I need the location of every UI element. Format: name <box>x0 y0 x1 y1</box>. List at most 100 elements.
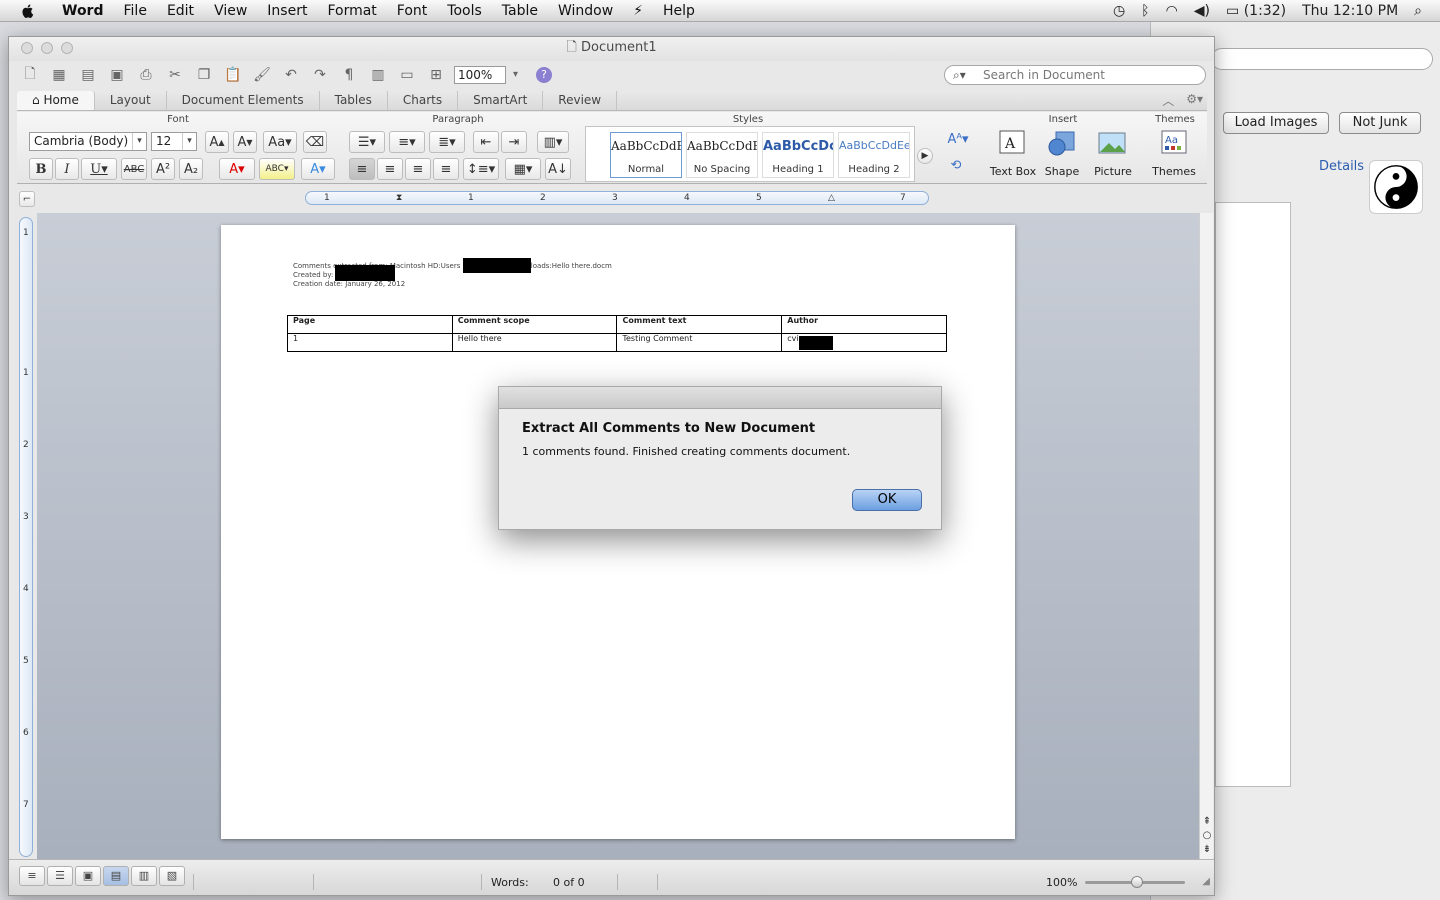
shrink-font-button[interactable]: A ▼ <box>233 131 257 153</box>
open-icon[interactable]: ▤ <box>77 65 99 85</box>
publishing-view-button[interactable]: ▣ <box>75 866 101 886</box>
background-search-field[interactable] <box>1211 48 1433 70</box>
numbering-button[interactable]: ≡▾ <box>389 131 425 153</box>
tab-document-elements[interactable]: Document Elements <box>167 91 320 110</box>
document-page[interactable]: Comments extracted from: Macintosh HD:Us… <box>221 225 1015 839</box>
sort-button[interactable]: A↓ <box>545 158 571 180</box>
paste-icon[interactable]: 📋 <box>222 65 244 85</box>
tab-smartart[interactable]: SmartArt <box>458 91 544 110</box>
clock[interactable]: Thu 12:10 PM <box>1302 3 1398 19</box>
new-document-icon[interactable]: 🗋 <box>19 65 41 85</box>
horizontal-ruler[interactable]: 1 ⧗ 1 2 3 4 5 △ 7 <box>305 191 929 205</box>
search-input[interactable]: ⌕▾ Search in Document <box>944 65 1206 85</box>
subscript-button[interactable]: A₂ <box>179 158 203 180</box>
details-link[interactable]: Details <box>1319 159 1364 174</box>
spotlight-icon[interactable]: ⌕ <box>1414 3 1422 19</box>
apple-icon[interactable] <box>18 3 38 19</box>
bluetooth-icon[interactable]: ᛒ <box>1141 3 1149 19</box>
templates-icon[interactable]: ▦ <box>48 65 70 85</box>
focus-view-button[interactable]: ▧ <box>159 866 185 886</box>
ribbon-settings-icon[interactable]: ⚙▾ <box>1186 92 1203 109</box>
align-center-button[interactable]: ≡ <box>377 158 403 180</box>
browse-object-icon[interactable]: ○ <box>1200 829 1214 843</box>
tab-layout[interactable]: Layout <box>95 91 167 110</box>
multilevel-list-button[interactable]: ≣▾ <box>429 131 465 153</box>
justify-button[interactable]: ≡ <box>433 158 459 180</box>
font-size-select[interactable]: 12 ▾ <box>151 132 197 151</box>
outline-view-button[interactable]: ☰ <box>47 866 73 886</box>
bold-button[interactable]: B <box>29 158 53 180</box>
battery-icon[interactable]: ▭ (1:32) <box>1226 3 1286 19</box>
document-canvas[interactable]: Comments extracted from: Macintosh HD:Us… <box>37 213 1199 859</box>
gallery-icon[interactable]: ▭ <box>396 65 418 85</box>
menu-tools[interactable]: Tools <box>437 0 492 22</box>
style-heading-2[interactable]: AaBbCcDdEe Heading 2 <box>838 132 910 178</box>
change-case-button[interactable]: Aa▾ <box>263 131 297 153</box>
menu-insert[interactable]: Insert <box>257 0 317 22</box>
script-menu-icon[interactable]: ⚡ <box>623 0 653 22</box>
menu-format[interactable]: Format <box>317 0 386 22</box>
bullets-button[interactable]: ☰▾ <box>349 131 385 153</box>
zoom-slider-thumb[interactable] <box>1131 876 1143 888</box>
time-machine-icon[interactable]: ◷ <box>1113 3 1125 19</box>
redo-icon[interactable]: ↷ <box>309 65 331 85</box>
menu-table[interactable]: Table <box>492 0 548 22</box>
grow-font-button[interactable]: A ▲ <box>205 131 229 153</box>
manage-styles-icon[interactable]: Aᴬ▾ <box>943 128 973 150</box>
tab-home[interactable]: ⌂ Home <box>17 91 95 110</box>
previous-page-icon[interactable]: ⇞ <box>1200 815 1214 829</box>
menu-help[interactable]: Help <box>653 0 705 22</box>
menu-edit[interactable]: Edit <box>157 0 204 22</box>
font-name-select[interactable]: Cambria (Body) ▾ <box>29 132 147 151</box>
print-icon[interactable]: ⎙ <box>135 65 157 85</box>
notebook-view-button[interactable]: ▥ <box>131 866 157 886</box>
print-layout-view-button[interactable]: ▤ <box>103 866 129 886</box>
menu-view[interactable]: View <box>204 0 257 22</box>
sidebar-icon[interactable]: ▥ <box>367 65 389 85</box>
word-count-value[interactable]: 0 of 0 <box>553 876 585 889</box>
menu-font[interactable]: Font <box>387 0 437 22</box>
increase-indent-button[interactable]: ⇥ <box>501 131 527 153</box>
style-heading-1[interactable]: AaBbCcDc Heading 1 <box>762 132 834 178</box>
cut-icon[interactable]: ✂ <box>164 65 186 85</box>
menu-window[interactable]: Window <box>548 0 623 22</box>
toolbox-icon[interactable]: ⊞ <box>425 65 447 85</box>
wifi-icon[interactable]: ◠ <box>1166 3 1178 19</box>
show-formatting-icon[interactable]: ¶ <box>338 65 360 85</box>
resize-grip-icon[interactable]: ◢ <box>1202 876 1210 887</box>
collapse-ribbon-icon[interactable]: ︿ <box>1162 92 1174 109</box>
vertical-ruler[interactable]: 1 1 2 3 4 5 6 7 <box>19 217 33 857</box>
decrease-indent-button[interactable]: ⇤ <box>473 131 499 153</box>
undo-icon[interactable]: ↶ <box>280 65 302 85</box>
styles-pane-icon[interactable]: ⟲ <box>943 154 969 176</box>
ruler-right-indent-marker[interactable]: △ <box>828 192 835 204</box>
volume-icon[interactable]: ◀) <box>1194 3 1210 19</box>
clear-formatting-button[interactable]: ⌫ <box>303 131 327 153</box>
save-icon[interactable]: ▣ <box>106 65 128 85</box>
borders-button[interactable]: ▦▾ <box>505 158 541 180</box>
ruler-indent-marker[interactable]: ⧗ <box>396 192 402 204</box>
zoom-select[interactable]: 100% <box>454 66 518 84</box>
superscript-button[interactable]: A² <box>151 158 175 180</box>
menu-file[interactable]: File <box>114 0 157 22</box>
font-color-button[interactable]: A▾ <box>219 158 255 180</box>
not-junk-button[interactable]: Not Junk <box>1339 112 1421 134</box>
help-icon[interactable]: ? <box>536 67 552 83</box>
load-images-button[interactable]: Load Images <box>1223 112 1329 134</box>
zoom-slider[interactable] <box>1085 876 1185 888</box>
picture-button[interactable]: Picture <box>1089 128 1137 178</box>
close-button[interactable] <box>21 42 33 54</box>
themes-button[interactable]: Aa Themes <box>1149 128 1199 178</box>
style-normal[interactable]: AaBbCcDdEe Normal <box>610 132 682 178</box>
styles-next-button[interactable]: ▶ <box>917 148 933 164</box>
zoom-button[interactable] <box>61 42 73 54</box>
next-page-icon[interactable]: ⇟ <box>1200 843 1214 857</box>
line-spacing-button[interactable]: ↕≡▾ <box>463 158 499 180</box>
italic-button[interactable]: I <box>55 158 79 180</box>
columns-button[interactable]: ▥▾ <box>537 131 569 153</box>
style-no-spacing[interactable]: AaBbCcDdEe No Spacing <box>686 132 758 178</box>
strikethrough-button[interactable]: ABC <box>121 158 147 180</box>
tab-charts[interactable]: Charts <box>388 91 459 110</box>
tab-stop-selector[interactable]: ⌐ <box>19 191 35 207</box>
tab-tables[interactable]: Tables <box>320 91 388 110</box>
